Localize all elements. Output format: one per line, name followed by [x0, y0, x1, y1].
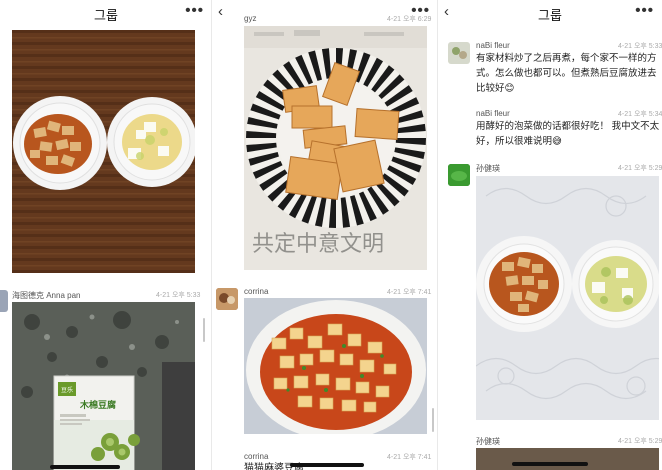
message-author: 孙健瑛	[476, 437, 500, 446]
avatar-image	[448, 42, 470, 64]
message-time: 4-21 오후 5:33	[618, 43, 662, 50]
more-options-icon[interactable]: •••	[635, 2, 654, 19]
message-author: gyz	[244, 14, 257, 23]
avatar[interactable]	[0, 290, 8, 312]
chat-title: 그룹	[94, 8, 118, 23]
package-logo: 豆乐	[61, 387, 73, 394]
mapo-tofu-image	[244, 298, 427, 434]
more-options-icon[interactable]: •••	[185, 2, 204, 19]
message-author: naBi fleur	[476, 41, 510, 50]
message-time: 4-21 오후 7:41	[387, 289, 432, 296]
message-author: corrina	[244, 452, 269, 461]
navbar: 그룹 •••	[0, 0, 212, 26]
tablecloth-dishes-image	[476, 176, 659, 420]
photo-mapo-tofu[interactable]	[244, 298, 427, 434]
photo-tofu-dishes-tablecloth[interactable]	[476, 176, 659, 420]
message-time: 4-21 오후 7:41	[387, 454, 432, 461]
photo-next-preview[interactable]	[476, 448, 659, 470]
message-author: corrina	[244, 287, 269, 296]
chat-title: 그룹	[538, 8, 562, 23]
message-author: naBi fleur	[476, 109, 510, 118]
chat-panel-middle: ‹ ••• gyz 4-21 오후 6:29 共定中意文明 corrina 4-…	[212, 0, 438, 470]
message-time: 4-21 오후 5:29	[618, 438, 662, 445]
message-time: 4-21 오후 6:29	[387, 16, 432, 23]
photo-tofu-dishes[interactable]	[12, 30, 195, 273]
tofu-dishes-image	[12, 30, 195, 273]
message-text: 用酵好的泡菜做的话都很好吃！ 我中文不太好，所以很难说明😅	[476, 121, 660, 147]
message-time: 4-21 오후 5:29	[618, 165, 662, 172]
tofu-package-image: 豆乐 木棉豆腐	[12, 302, 195, 470]
message-text: 有家材料炒了之后再煮，每个家不一样的方式。怎么做也都可以。但煮熟后豆腐放进去比较…	[476, 53, 657, 94]
navbar: ‹ 그룹 •••	[438, 0, 662, 26]
message-time: 4-21 오후 5:34	[618, 111, 662, 118]
fried-tofu-image: 共定中意文明	[244, 26, 427, 270]
chat-panel-right: ‹ 그룹 ••• naBi fleur 4-21 오후 5:33 有家材料炒了之…	[438, 0, 662, 470]
home-indicator[interactable]	[512, 462, 588, 466]
chat-panel-left: 그룹 ••• 海图德克 Anna pan 4-21 오후 5:33 豆乐 木棉豆…	[0, 0, 212, 470]
package-brand: 木棉豆腐	[79, 399, 116, 411]
avatar-nabi[interactable]	[448, 42, 470, 64]
home-indicator[interactable]	[50, 465, 120, 469]
message-author: 海图德克 Anna pan	[12, 291, 81, 300]
home-indicator[interactable]	[290, 463, 364, 467]
avatar-image	[448, 164, 470, 186]
avatar-corrina[interactable]	[216, 288, 238, 310]
photo-fried-tofu[interactable]: 共定中意文明	[244, 26, 427, 270]
plate-background-text: 共定中意文明	[252, 232, 384, 257]
avatar-sun[interactable]	[448, 164, 470, 186]
scrollbar[interactable]	[432, 408, 434, 432]
photo-tofu-package[interactable]: 豆乐 木棉豆腐	[12, 302, 195, 470]
message-author: 孙健瑛	[476, 164, 500, 173]
avatar-image	[216, 288, 238, 310]
message-time: 4-21 오후 5:33	[156, 292, 201, 299]
scrollbar[interactable]	[203, 318, 205, 342]
back-chevron-icon[interactable]: ‹	[218, 3, 223, 20]
